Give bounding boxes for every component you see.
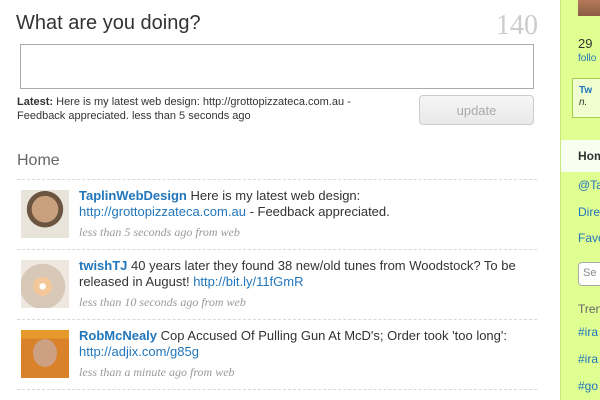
timeline-heading: Home	[17, 152, 60, 169]
sidebar-item-home[interactable]: Hom	[561, 140, 600, 172]
tweet-body: TaplinWebDesign Here is my latest web de…	[79, 188, 519, 240]
sidebar-search-input[interactable]: Se	[578, 262, 600, 286]
tweet-username[interactable]: TaplinWebDesign	[79, 188, 187, 203]
tweet-item: twishTJ 40 years later they found 38 new…	[17, 250, 537, 320]
avatar[interactable]	[21, 260, 69, 308]
sidebar-latest-name[interactable]: Tw	[579, 85, 600, 97]
sidebar-item-favorites[interactable]: Fave	[561, 231, 600, 245]
tweet-body: twishTJ 40 years later they found 38 new…	[79, 258, 519, 310]
tweet-text: Cop Accused Of Pulling Gun At McD's; Ord…	[160, 328, 507, 343]
avatar[interactable]	[21, 190, 69, 238]
tweet-link[interactable]: http://bit.ly/11fGmR	[193, 274, 303, 289]
latest-status: Latest: Here is my latest web design: ht…	[17, 95, 387, 123]
tweet-link[interactable]: http://grottopizzateca.com.au	[79, 204, 246, 219]
tweet-username[interactable]: twishTJ	[79, 258, 127, 273]
status-prompt: What are you doing?	[16, 12, 201, 34]
sidebar-latest-text: n.	[579, 97, 588, 108]
following-label[interactable]: follo	[578, 53, 596, 64]
sidebar-item-mentions[interactable]: @Ta	[561, 178, 600, 192]
tweet-meta: less than 5 seconds ago from web	[79, 225, 240, 239]
latest-text: Here is my latest web design: http://gro…	[17, 96, 351, 122]
tweet-meta: less than 10 seconds ago from web	[79, 295, 246, 309]
sidebar-avatar[interactable]	[578, 0, 600, 16]
character-counter: 140	[496, 10, 538, 41]
trending-title: Tren	[578, 302, 600, 316]
sidebar: 29 follo Tw n. Hom @Ta Dire Fave Se Tren…	[560, 0, 600, 400]
sidebar-latest-box: Tw n.	[572, 78, 600, 118]
tweet-body: RobMcNealy Cop Accused Of Pulling Gun At…	[79, 328, 519, 380]
trend-link[interactable]: #go	[578, 379, 598, 393]
tweet-text-after: - Feedback appreciated.	[249, 204, 390, 219]
trend-link[interactable]: #ira	[578, 325, 598, 339]
tweet-link[interactable]: http://adjix.com/g85g	[79, 344, 199, 359]
avatar[interactable]	[21, 330, 69, 378]
tweet-username[interactable]: RobMcNealy	[79, 328, 157, 343]
tweet-text: Here is my latest web design:	[190, 188, 361, 203]
main-content: What are you doing? 140 Latest: Here is …	[0, 0, 560, 400]
latest-label: Latest:	[17, 96, 54, 108]
update-button[interactable]: update	[419, 95, 534, 125]
following-count[interactable]: 29	[578, 36, 592, 51]
tweet-item: RobMcNealy Cop Accused Of Pulling Gun At…	[17, 320, 537, 390]
trend-link[interactable]: #ira	[578, 352, 598, 366]
status-input[interactable]	[20, 44, 534, 89]
tweet-item: TaplinWebDesign Here is my latest web de…	[17, 180, 537, 250]
tweet-meta: less than a minute ago from web	[79, 365, 235, 379]
sidebar-item-direct-messages[interactable]: Dire	[561, 205, 600, 219]
